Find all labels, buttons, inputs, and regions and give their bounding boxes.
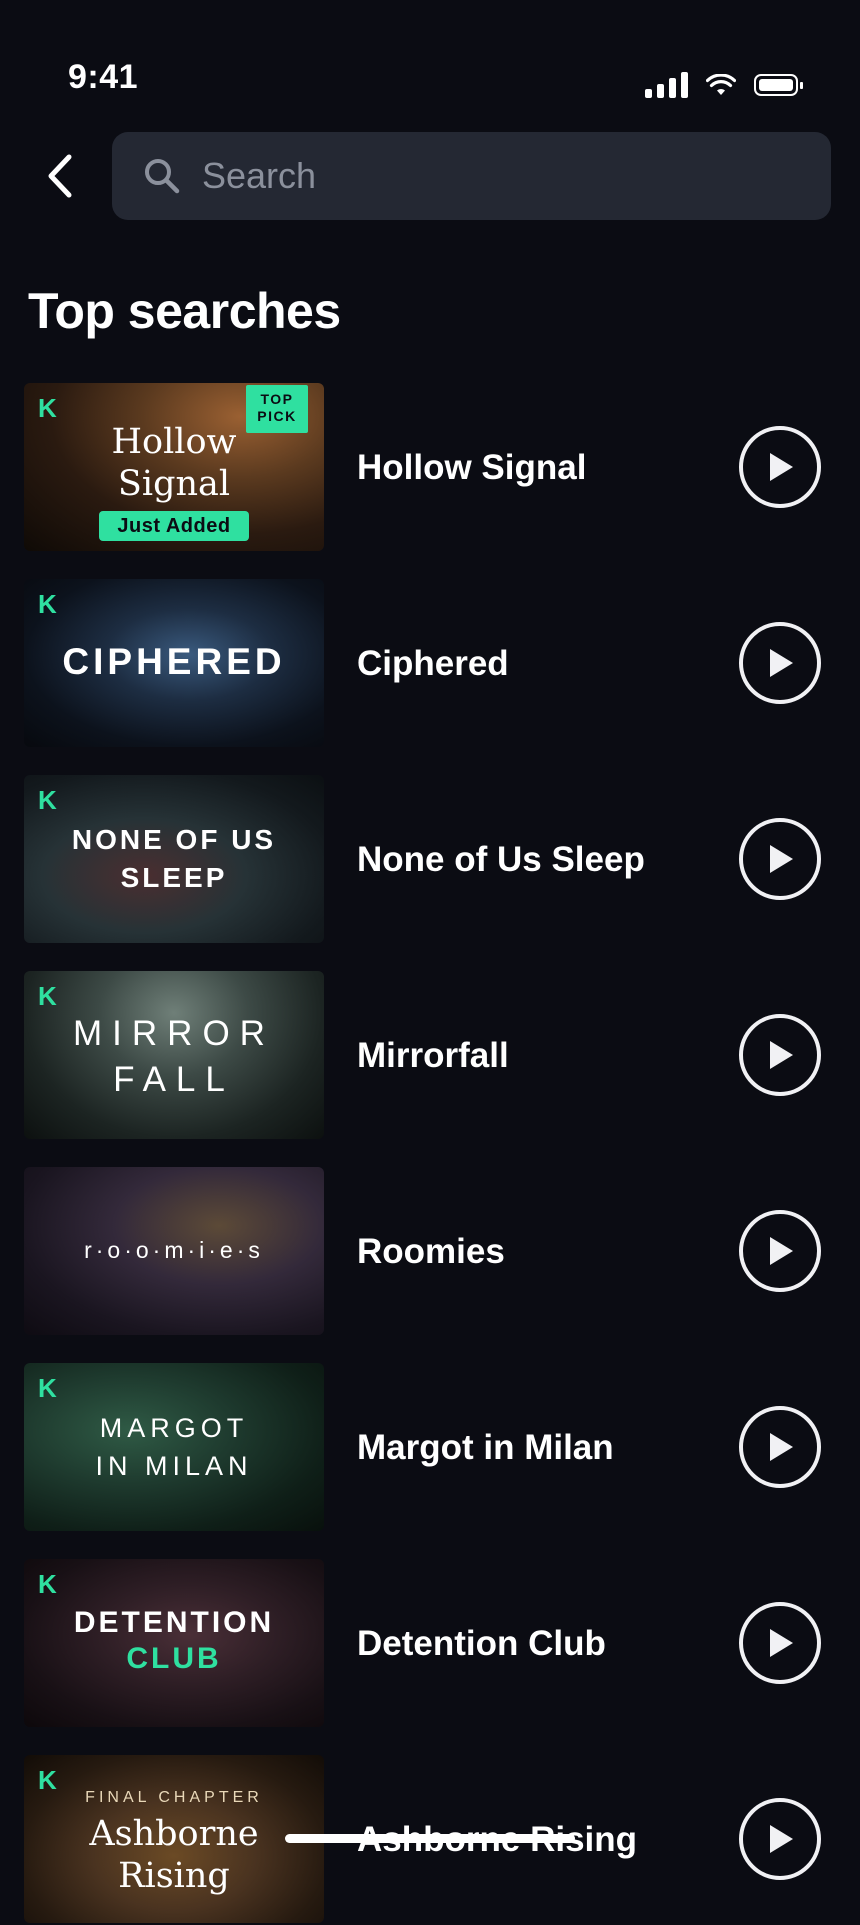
cover-title: Ashborne Rising xyxy=(89,1814,259,1896)
cover-title: NONE OF US SLEEP xyxy=(71,824,277,893)
list-item[interactable]: K MIRROR FALL Mirrorfall xyxy=(0,971,860,1141)
play-icon xyxy=(770,845,793,873)
chevron-left-icon xyxy=(48,154,72,198)
list-item[interactable]: K NONE OF US SLEEP None of Us Sleep xyxy=(0,775,860,945)
k-badge: K xyxy=(38,1373,57,1403)
search-bar[interactable] xyxy=(112,132,831,220)
play-icon xyxy=(770,649,793,677)
back-button[interactable] xyxy=(28,144,92,208)
item-title: Hollow Signal xyxy=(357,448,587,487)
item-title: Margot in Milan xyxy=(357,1428,614,1467)
play-button[interactable] xyxy=(739,1014,821,1096)
cover-title: Hollow Signal xyxy=(111,422,237,504)
cover-image: K CIPHERED xyxy=(24,579,324,747)
section-title: Top searches xyxy=(28,283,341,339)
cover-image: K MARGOT IN MILAN xyxy=(24,1363,324,1531)
k-badge: K xyxy=(38,785,57,815)
play-button[interactable] xyxy=(739,1406,821,1488)
battery-icon xyxy=(754,74,803,96)
play-button[interactable] xyxy=(739,622,821,704)
play-icon xyxy=(770,453,793,481)
cover-title: r·o·o·m·i·e·s xyxy=(84,1237,264,1263)
status-bar: 9:41 xyxy=(0,0,860,120)
list-item[interactable]: K DETENTION CLUB Detention Club xyxy=(0,1559,860,1729)
status-time: 9:41 xyxy=(68,58,139,96)
list-item[interactable]: K TOP PICK Hollow Signal Just Added Hollo… xyxy=(0,383,860,553)
play-icon xyxy=(770,1041,793,1069)
k-badge: K xyxy=(38,393,57,423)
cover-image: K FINAL CHAPTER Ashborne Rising xyxy=(24,1755,324,1923)
home-indicator[interactable] xyxy=(285,1834,575,1843)
k-badge: K xyxy=(38,1569,57,1599)
search-header xyxy=(0,132,860,220)
search-icon xyxy=(145,159,180,194)
wifi-icon xyxy=(706,74,736,95)
play-button[interactable] xyxy=(739,1210,821,1292)
cover-title: MARGOT IN MILAN xyxy=(95,1413,253,1481)
k-badge: K xyxy=(38,981,57,1011)
play-icon xyxy=(770,1237,793,1265)
cover-image: K NONE OF US SLEEP xyxy=(24,775,324,943)
search-input[interactable] xyxy=(200,154,804,198)
cover-title: MIRROR FALL xyxy=(73,1014,275,1099)
cellular-signal-icon xyxy=(645,72,688,98)
cover-image: K MIRROR FALL xyxy=(24,971,324,1139)
play-button[interactable] xyxy=(739,426,821,508)
list-item[interactable]: K MARGOT IN MILAN Margot in Milan xyxy=(0,1363,860,1533)
cover-image: K DETENTION CLUB xyxy=(24,1559,324,1727)
just-added-badge: Just Added xyxy=(99,511,249,541)
play-button[interactable] xyxy=(739,1798,821,1880)
k-badge: K xyxy=(38,589,57,619)
play-icon xyxy=(770,1825,793,1853)
play-icon xyxy=(770,1433,793,1461)
item-title: Ciphered xyxy=(357,644,509,683)
cover-title: DETENTION CLUB xyxy=(73,1606,275,1675)
item-title: Mirrorfall xyxy=(357,1036,509,1075)
item-title: Detention Club xyxy=(357,1624,606,1663)
status-icons xyxy=(645,72,803,98)
cover-image: r·o·o·m·i·e·s xyxy=(24,1167,324,1335)
play-icon xyxy=(770,1629,793,1657)
play-button[interactable] xyxy=(739,818,821,900)
item-title: Roomies xyxy=(357,1232,505,1271)
cover-image: K TOP PICK Hollow Signal Just Added xyxy=(24,383,324,551)
play-button[interactable] xyxy=(739,1602,821,1684)
cover-title: CIPHERED xyxy=(62,641,286,682)
list-item[interactable]: K CIPHERED Ciphered xyxy=(0,579,860,749)
list-item[interactable]: r·o·o·m·i·e·s Roomies xyxy=(0,1167,860,1337)
item-title: None of Us Sleep xyxy=(357,840,645,879)
cover-subtitle: FINAL CHAPTER xyxy=(85,1789,263,1806)
